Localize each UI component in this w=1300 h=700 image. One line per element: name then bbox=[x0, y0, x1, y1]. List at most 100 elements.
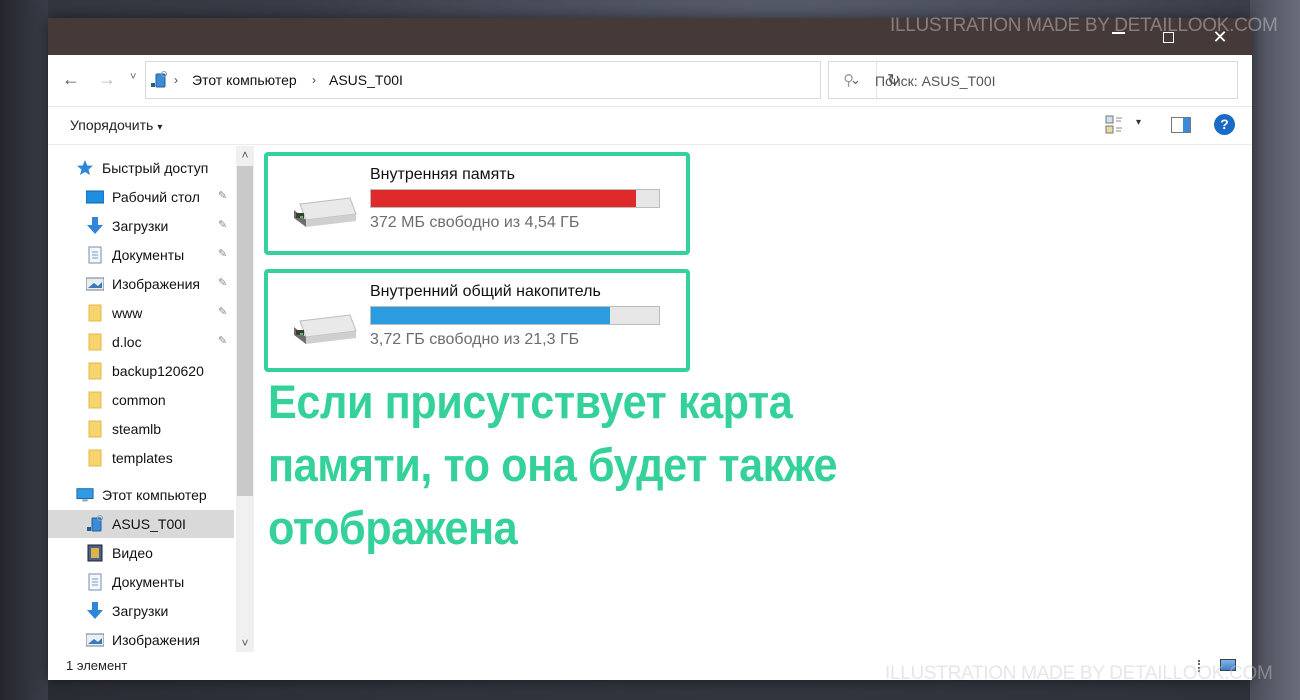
drive-free-space: 3,72 ГБ свободно из 21,3 ГБ bbox=[370, 331, 580, 348]
scroll-down-button[interactable]: ˅ bbox=[236, 634, 254, 652]
address-row: ← → ˅ › Этот компьютер › ASUS_T00I ⌄ ↻ ⚲… bbox=[48, 55, 1252, 107]
drive-usage-fill bbox=[371, 307, 611, 324]
pin-icon[interactable]: ✎ bbox=[218, 247, 227, 260]
pin-icon[interactable]: ✎ bbox=[218, 305, 227, 318]
downloads-icon bbox=[86, 217, 104, 235]
sidebar-item-label: Этот компьютер bbox=[102, 487, 207, 503]
scroll-thumb[interactable] bbox=[237, 166, 253, 496]
status-item-count: 1 элемент bbox=[66, 658, 128, 673]
folder-icon bbox=[86, 333, 104, 351]
chevron-down-icon: ▾ bbox=[157, 122, 163, 133]
search-icon: ⚲ bbox=[843, 72, 854, 89]
breadcrumb-separator: › bbox=[312, 73, 316, 87]
sidebar-item[interactable]: Этот компьютер bbox=[48, 481, 234, 509]
drive-name: Внутренняя память bbox=[370, 166, 515, 183]
sidebar-item[interactable]: Видео bbox=[48, 539, 234, 567]
sidebar-item[interactable]: Рабочий стол ✎ bbox=[48, 183, 234, 211]
organize-button[interactable]: Упорядочить ▾ bbox=[70, 117, 162, 133]
folder-icon bbox=[86, 304, 104, 322]
sidebar-item-label: Документы bbox=[112, 247, 185, 263]
back-button[interactable]: ← bbox=[62, 69, 80, 90]
drive-free-space: 372 МБ свободно из 4,54 ГБ bbox=[370, 214, 580, 231]
pin-icon[interactable]: ✎ bbox=[218, 276, 227, 289]
sidebar-item[interactable]: Изображения bbox=[48, 626, 234, 652]
recent-locations-button[interactable]: ˅ bbox=[130, 71, 136, 83]
folder-icon bbox=[86, 391, 104, 409]
pictures-icon bbox=[85, 275, 105, 293]
command-bar: Упорядочить ▾ ▾ ? bbox=[48, 107, 1252, 145]
sidebar-item[interactable]: common bbox=[48, 386, 234, 414]
view-options-dropdown[interactable]: ▾ bbox=[1136, 117, 1141, 128]
drive-usage-fill bbox=[371, 190, 636, 207]
sidebar-item-label: Изображения bbox=[112, 276, 200, 292]
phone-device-icon bbox=[86, 515, 104, 533]
documents-icon bbox=[86, 246, 104, 264]
breadcrumb-separator: › bbox=[174, 73, 178, 87]
search-placeholder: Поиск: ASUS_T00I bbox=[875, 73, 996, 89]
sidebar-item-label: steamlb bbox=[112, 421, 162, 437]
drive-icon bbox=[294, 314, 357, 344]
help-icon[interactable]: ? bbox=[1214, 114, 1235, 135]
sidebar-item-label: Видео bbox=[112, 545, 153, 561]
background-left bbox=[0, 0, 48, 700]
folder-icon bbox=[86, 420, 104, 438]
sidebar-item-label: Быстрый доступ bbox=[102, 160, 209, 176]
breadcrumb-asus-t00i[interactable]: ASUS_T00I bbox=[329, 72, 403, 88]
sidebar-item-label: Документы bbox=[112, 574, 185, 590]
sidebar-item[interactable]: Загрузки bbox=[48, 597, 234, 625]
watermark: ILLUSTRATION MADE BY DETAILLOOK.COM bbox=[885, 663, 1273, 684]
drive-icon bbox=[294, 197, 357, 227]
sidebar-item[interactable]: backup120620 bbox=[48, 357, 234, 385]
drive-tile-shared-storage[interactable]: Внутренний общий накопитель 3,72 ГБ своб… bbox=[264, 269, 690, 372]
navigation-scrollbar[interactable]: ˄ ˅ bbox=[236, 146, 254, 652]
sidebar-item-label: d.loc bbox=[112, 334, 142, 350]
sidebar-item[interactable]: ASUS_T00I bbox=[48, 510, 234, 538]
phone-device-icon bbox=[151, 71, 167, 88]
desktop-icon bbox=[85, 188, 105, 206]
star-icon bbox=[76, 159, 94, 177]
pin-icon[interactable]: ✎ bbox=[218, 334, 227, 347]
sidebar-item[interactable]: Загрузки ✎ bbox=[48, 212, 234, 240]
change-view-icon[interactable] bbox=[1105, 115, 1123, 135]
search-input[interactable]: ⚲ Поиск: ASUS_T00I bbox=[828, 61, 1238, 99]
annotation-caption: Если присутствует карта памяти, то она б… bbox=[268, 375, 838, 554]
sidebar-item-label: Изображения bbox=[112, 632, 200, 648]
computer-icon bbox=[76, 486, 94, 504]
pictures-icon bbox=[85, 631, 105, 649]
pin-icon[interactable]: ✎ bbox=[218, 189, 227, 202]
forward-button[interactable]: → bbox=[98, 69, 116, 90]
sidebar-item-label: templates bbox=[112, 450, 173, 466]
documents-icon bbox=[86, 573, 104, 591]
background-right bbox=[1250, 0, 1300, 700]
sidebar-item[interactable]: Изображения ✎ bbox=[48, 270, 234, 298]
scroll-up-button[interactable]: ˄ bbox=[236, 146, 254, 164]
preview-pane-icon[interactable] bbox=[1171, 117, 1191, 133]
downloads-icon bbox=[86, 602, 104, 620]
folder-icon bbox=[86, 449, 104, 467]
sidebar-item[interactable]: Документы ✎ bbox=[48, 241, 234, 269]
drive-usage-bar bbox=[370, 306, 660, 325]
sidebar-item[interactable]: www ✎ bbox=[48, 299, 234, 327]
folder-icon bbox=[86, 362, 104, 380]
pin-icon[interactable]: ✎ bbox=[218, 218, 227, 231]
sidebar-item-label: Рабочий стол bbox=[112, 189, 200, 205]
sidebar-item-label: www bbox=[112, 305, 143, 321]
video-icon bbox=[86, 544, 104, 562]
address-bar[interactable]: › Этот компьютер › ASUS_T00I ⌄ ↻ bbox=[145, 61, 900, 99]
sidebar-item-label: backup120620 bbox=[112, 363, 204, 379]
sidebar-item[interactable]: d.loc ✎ bbox=[48, 328, 234, 356]
sidebar-item[interactable]: Быстрый доступ bbox=[48, 154, 234, 182]
sidebar-item[interactable]: templates bbox=[48, 444, 234, 472]
drive-tile-internal-memory[interactable]: Внутренняя память 372 МБ свободно из 4,5… bbox=[264, 152, 690, 255]
sidebar-item[interactable]: Документы bbox=[48, 568, 234, 596]
breadcrumb-this-pc[interactable]: Этот компьютер bbox=[192, 72, 297, 88]
sidebar-item[interactable]: steamlb bbox=[48, 415, 234, 443]
explorer-window: ✕ ← → ˅ › Этот компьютер › ASUS_T00I ⌄ ↻… bbox=[48, 18, 1252, 680]
sidebar-item-label: ASUS_T00I bbox=[112, 516, 186, 532]
sidebar-item-label: Загрузки bbox=[112, 218, 169, 234]
watermark: ILLUSTRATION MADE BY DETAILLOOK.COM bbox=[890, 15, 1278, 36]
organize-label: Упорядочить bbox=[70, 117, 154, 133]
sidebar-item-label: Загрузки bbox=[112, 603, 169, 619]
drive-name: Внутренний общий накопитель bbox=[370, 283, 601, 300]
navigation-pane: Быстрый доступ Рабочий стол ✎ Загрузки ✎ Доку… bbox=[48, 146, 256, 652]
